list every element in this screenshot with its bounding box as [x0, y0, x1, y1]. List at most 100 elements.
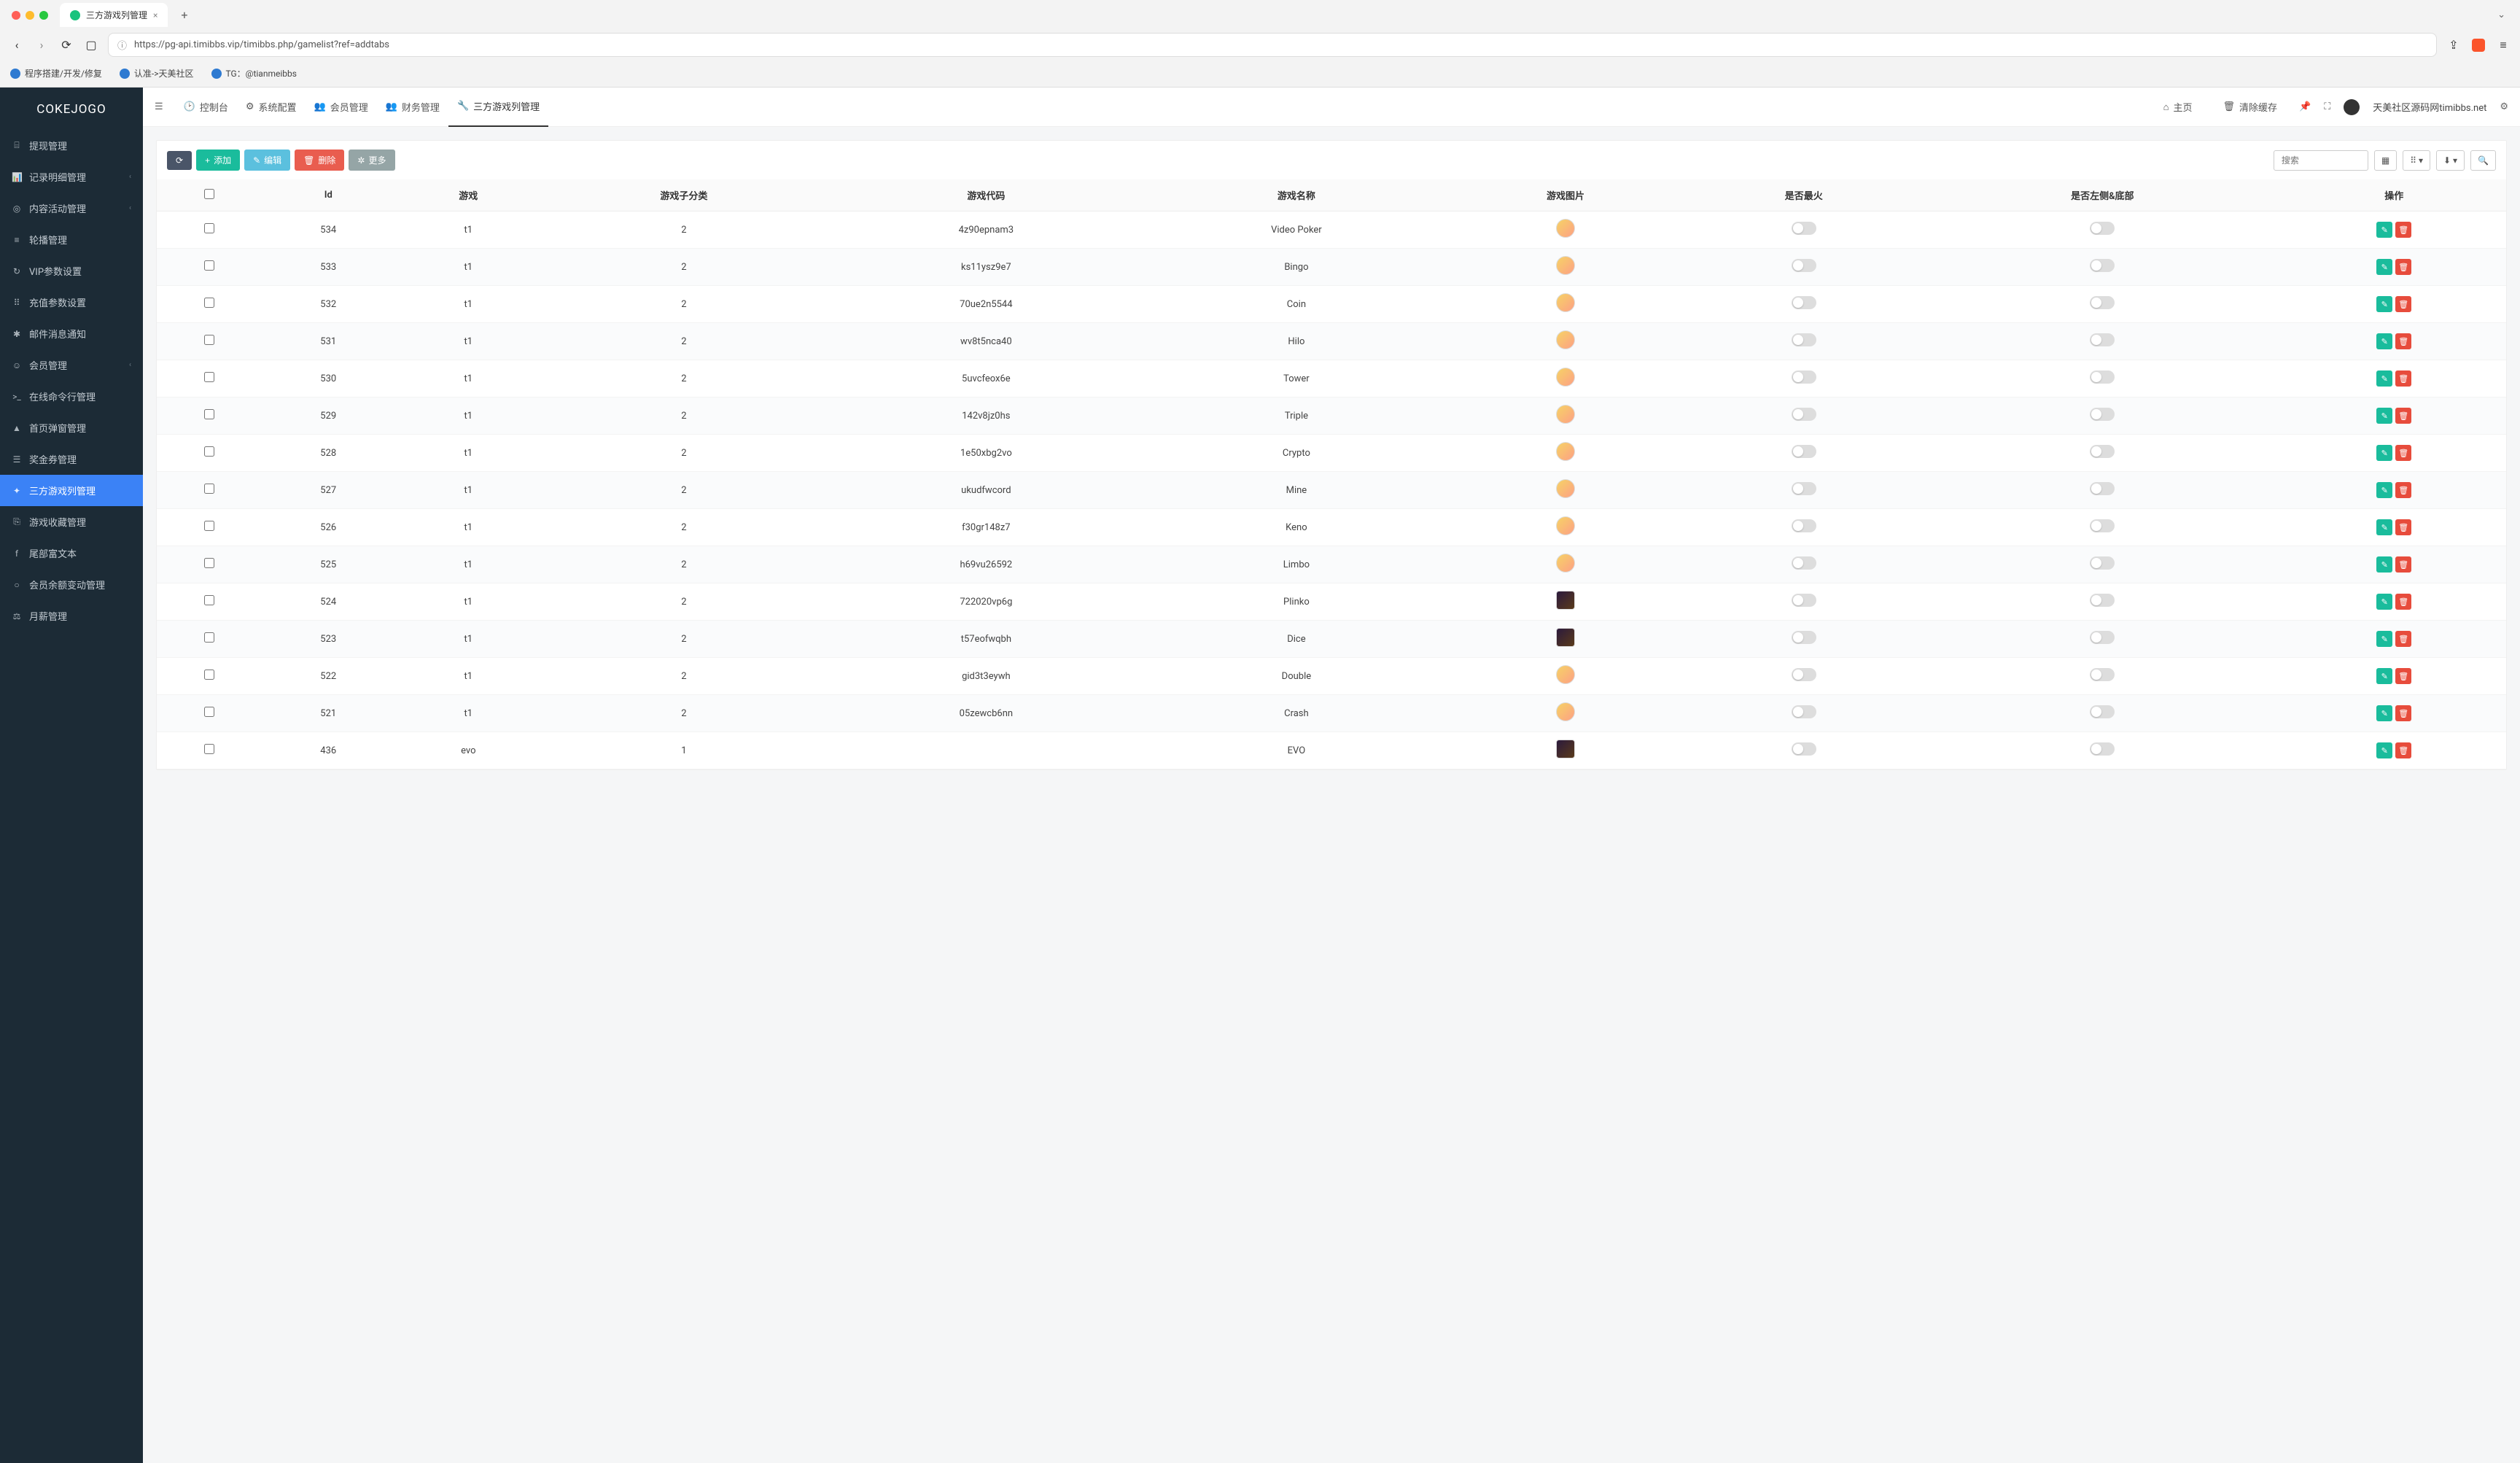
fullscreen-icon[interactable]: ⛶	[2324, 101, 2330, 112]
column-header[interactable]: 游戏图片	[1447, 179, 1685, 212]
menu-icon[interactable]: ≡	[2495, 38, 2511, 53]
tab-overflow-button[interactable]: ⌄	[2489, 5, 2514, 25]
clear-cache-button[interactable]: 🗑清除缓存	[2214, 88, 2286, 126]
bookmark-item[interactable]: 认准->天美社区	[120, 67, 194, 79]
row-checkbox[interactable]	[204, 521, 214, 531]
back-button[interactable]: ‹	[9, 38, 25, 52]
sidebar-item[interactable]: ⎘游戏收藏管理	[0, 506, 143, 538]
toggle-hot[interactable]	[1792, 668, 1816, 681]
row-edit-button[interactable]: ✎	[2376, 705, 2392, 721]
bookmark-item[interactable]: 程序搭建/开发/修复	[10, 67, 102, 79]
share-icon[interactable]: ⇪	[2446, 38, 2462, 52]
sidebar-item[interactable]: ↻VIP参数设置	[0, 255, 143, 287]
row-delete-button[interactable]: 🗑	[2395, 482, 2411, 498]
toggle-hot[interactable]	[1792, 333, 1816, 346]
row-edit-button[interactable]: ✎	[2376, 370, 2392, 387]
sidebar-item[interactable]: ⌸提现管理	[0, 130, 143, 161]
row-edit-button[interactable]: ✎	[2376, 519, 2392, 535]
column-header[interactable]: 游戏子分类	[542, 179, 825, 212]
add-button[interactable]: +添加	[196, 150, 240, 171]
bookmark-page-icon[interactable]: ▢	[83, 38, 99, 52]
column-header[interactable]: 操作	[2282, 179, 2506, 212]
new-tab-button[interactable]: +	[174, 4, 195, 26]
row-checkbox[interactable]	[204, 223, 214, 233]
row-delete-button[interactable]: 🗑	[2395, 445, 2411, 461]
row-edit-button[interactable]: ✎	[2376, 296, 2392, 312]
row-checkbox[interactable]	[204, 446, 214, 457]
column-header[interactable]: 游戏代码	[825, 179, 1146, 212]
toggle-side-bottom[interactable]	[2090, 482, 2115, 495]
toggle-hot[interactable]	[1792, 370, 1816, 384]
sidebar-item[interactable]: ▲首页弹窗管理	[0, 412, 143, 443]
sidebar-item[interactable]: 📊记录明细管理‹	[0, 161, 143, 193]
browser-tab[interactable]: 三方游戏列管理 ×	[60, 3, 168, 27]
row-edit-button[interactable]: ✎	[2376, 408, 2392, 424]
toggle-side-bottom[interactable]	[2090, 445, 2115, 458]
shields-icon[interactable]	[2472, 39, 2485, 52]
home-link[interactable]: ⌂主页	[2155, 88, 2201, 126]
toggle-hot[interactable]	[1792, 556, 1816, 570]
row-checkbox[interactable]	[204, 260, 214, 271]
row-delete-button[interactable]: 🗑	[2395, 594, 2411, 610]
sidebar-item[interactable]: f尾部富文本	[0, 538, 143, 569]
toggle-side-bottom[interactable]	[2090, 594, 2115, 607]
column-header[interactable]: 是否最火	[1684, 179, 1923, 212]
delete-button[interactable]: 🗑删除	[295, 150, 344, 171]
toggle-hot[interactable]	[1792, 705, 1816, 718]
column-header[interactable]: 是否左侧&底部	[1923, 179, 2282, 212]
sidebar-item[interactable]: ☰奖金券管理	[0, 443, 143, 475]
toggle-hot[interactable]	[1792, 482, 1816, 495]
row-checkbox[interactable]	[204, 707, 214, 717]
sidebar-item[interactable]: ◎内容活动管理‹	[0, 193, 143, 224]
row-checkbox[interactable]	[204, 670, 214, 680]
row-edit-button[interactable]: ✎	[2376, 742, 2392, 758]
sidebar-item[interactable]: >_在线命令行管理	[0, 381, 143, 412]
topnav-item[interactable]: 👥财务管理	[377, 88, 448, 127]
sidebar-item[interactable]: ✦三方游戏列管理	[0, 475, 143, 506]
topnav-item[interactable]: 👥会员管理	[306, 88, 377, 127]
row-checkbox[interactable]	[204, 632, 214, 643]
row-checkbox[interactable]	[204, 744, 214, 754]
toggle-side-bottom[interactable]	[2090, 519, 2115, 532]
row-edit-button[interactable]: ✎	[2376, 445, 2392, 461]
row-checkbox[interactable]	[204, 409, 214, 419]
forward-button[interactable]: ›	[34, 38, 50, 52]
row-delete-button[interactable]: 🗑	[2395, 222, 2411, 238]
toggle-hot[interactable]	[1792, 445, 1816, 458]
address-bar[interactable]: ⓘ https://pg-api.timibbs.vip/timibbs.php…	[108, 33, 2437, 57]
reload-button[interactable]: ⟳	[58, 38, 74, 52]
username-label[interactable]: 天美社区源码网timibbs.net	[2373, 100, 2486, 114]
toggle-side-bottom[interactable]	[2090, 631, 2115, 644]
row-delete-button[interactable]: 🗑	[2395, 705, 2411, 721]
row-checkbox[interactable]	[204, 298, 214, 308]
toggle-side-bottom[interactable]	[2090, 668, 2115, 681]
row-checkbox[interactable]	[204, 335, 214, 345]
toggle-hot[interactable]	[1792, 519, 1816, 532]
maximize-window-button[interactable]	[39, 11, 48, 20]
close-window-button[interactable]	[12, 11, 20, 20]
site-info-icon[interactable]: ⓘ	[117, 38, 127, 52]
row-checkbox[interactable]	[204, 484, 214, 494]
topnav-item[interactable]: 🕑控制台	[175, 88, 237, 127]
more-button[interactable]: ✲更多	[349, 150, 394, 171]
sidebar-item[interactable]: ⚖月薪管理	[0, 600, 143, 632]
row-checkbox[interactable]	[204, 372, 214, 382]
row-delete-button[interactable]: 🗑	[2395, 519, 2411, 535]
toggle-side-bottom[interactable]	[2090, 742, 2115, 756]
toggle-side-bottom[interactable]	[2090, 333, 2115, 346]
toggle-side-bottom[interactable]	[2090, 370, 2115, 384]
row-delete-button[interactable]: 🗑	[2395, 296, 2411, 312]
grid-view-icon[interactable]: ⠿ ▾	[2403, 150, 2430, 171]
pin-icon[interactable]: 📌	[2299, 101, 2311, 112]
topnav-item[interactable]: 🔧三方游戏列管理	[448, 88, 548, 127]
toggle-side-bottom[interactable]	[2090, 259, 2115, 272]
sidebar-item[interactable]: ✱邮件消息通知	[0, 318, 143, 349]
row-edit-button[interactable]: ✎	[2376, 556, 2392, 573]
row-checkbox[interactable]	[204, 595, 214, 605]
column-header[interactable]: Id	[262, 179, 394, 212]
columns-view-icon[interactable]: ▦	[2374, 150, 2397, 171]
row-edit-button[interactable]: ✎	[2376, 259, 2392, 275]
row-delete-button[interactable]: 🗑	[2395, 631, 2411, 647]
sidebar-toggle-icon[interactable]: ☰	[155, 101, 163, 112]
toggle-hot[interactable]	[1792, 594, 1816, 607]
